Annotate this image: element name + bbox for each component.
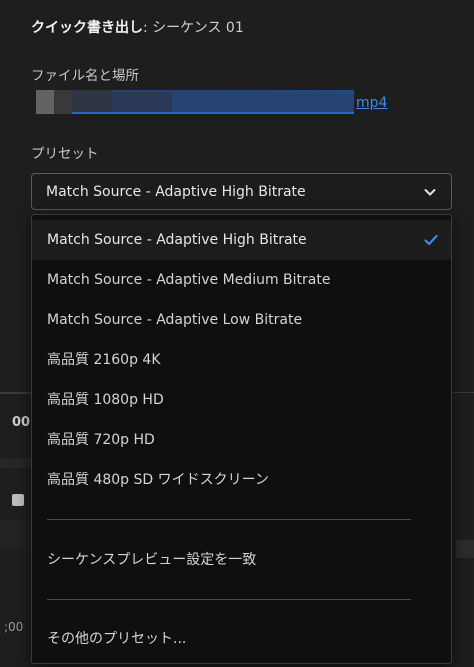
preset-option-1080p[interactable]: 高品質 1080p HD (32, 380, 451, 420)
chevron-down-icon (424, 189, 436, 196)
quick-export-panel: クイック書き出し: シーケンス 01 ファイル名と場所 mp4 プリセット Ma… (0, 0, 474, 667)
option-label: Match Source - Adaptive Medium Bitrate (47, 272, 331, 288)
option-label: 高品質 2160p 4K (47, 352, 161, 368)
option-label: 高品質 480p SD ワイドスクリーン (47, 472, 269, 488)
preset-label: プリセット (31, 146, 99, 162)
background-timecode: 00 (12, 415, 31, 430)
background-track (0, 520, 31, 550)
background-ruler (0, 458, 31, 468)
checkmark-icon (424, 234, 438, 246)
filename-extension[interactable]: mp4 (356, 92, 387, 114)
background-timecode-2: ;00 (4, 620, 24, 634)
filename-label: ファイル名と場所 (31, 68, 139, 84)
option-label: Match Source - Adaptive High Bitrate (47, 232, 307, 248)
background-right-control (456, 540, 474, 558)
background-clip-icon (12, 494, 24, 506)
option-label: シーケンスプレビュー設定を一致 (47, 552, 257, 568)
preset-dropdown-menu: Match Source - Adaptive High Bitrate Mat… (31, 214, 452, 664)
option-label: 高品質 1080p HD (47, 392, 164, 408)
preset-select[interactable]: Match Source - Adaptive High Bitrate (31, 173, 452, 210)
preset-option-720p[interactable]: 高品質 720p HD (32, 420, 451, 460)
preset-option-high-bitrate[interactable]: Match Source - Adaptive High Bitrate (32, 220, 451, 260)
preset-selected-value: Match Source - Adaptive High Bitrate (46, 184, 306, 200)
more-presets-option[interactable]: その他のプリセット... (32, 619, 451, 659)
preset-option-480p[interactable]: 高品質 480p SD ワイドスクリーン (32, 460, 451, 500)
header-sequence-name: : シーケンス 01 (143, 20, 244, 36)
preset-option-2160p[interactable]: 高品質 2160p 4K (32, 340, 451, 380)
option-label: Match Source - Adaptive Low Bitrate (47, 312, 303, 328)
option-label: 高品質 720p HD (47, 432, 155, 448)
menu-separator (47, 519, 411, 520)
panel-header: クイック書き出し: シーケンス 01 (31, 14, 244, 42)
background-divider (0, 392, 31, 394)
header-title: クイック書き出し (31, 20, 143, 36)
preset-option-low-bitrate[interactable]: Match Source - Adaptive Low Bitrate (32, 300, 451, 340)
filename-location-link[interactable]: mp4 (36, 90, 396, 116)
background-divider-right (452, 392, 474, 393)
redacted-path (36, 90, 354, 114)
match-sequence-option[interactable]: シーケンスプレビュー設定を一致 (32, 540, 451, 580)
menu-separator (47, 599, 411, 600)
option-label: その他のプリセット... (47, 631, 187, 647)
preset-option-medium-bitrate[interactable]: Match Source - Adaptive Medium Bitrate (32, 260, 451, 300)
